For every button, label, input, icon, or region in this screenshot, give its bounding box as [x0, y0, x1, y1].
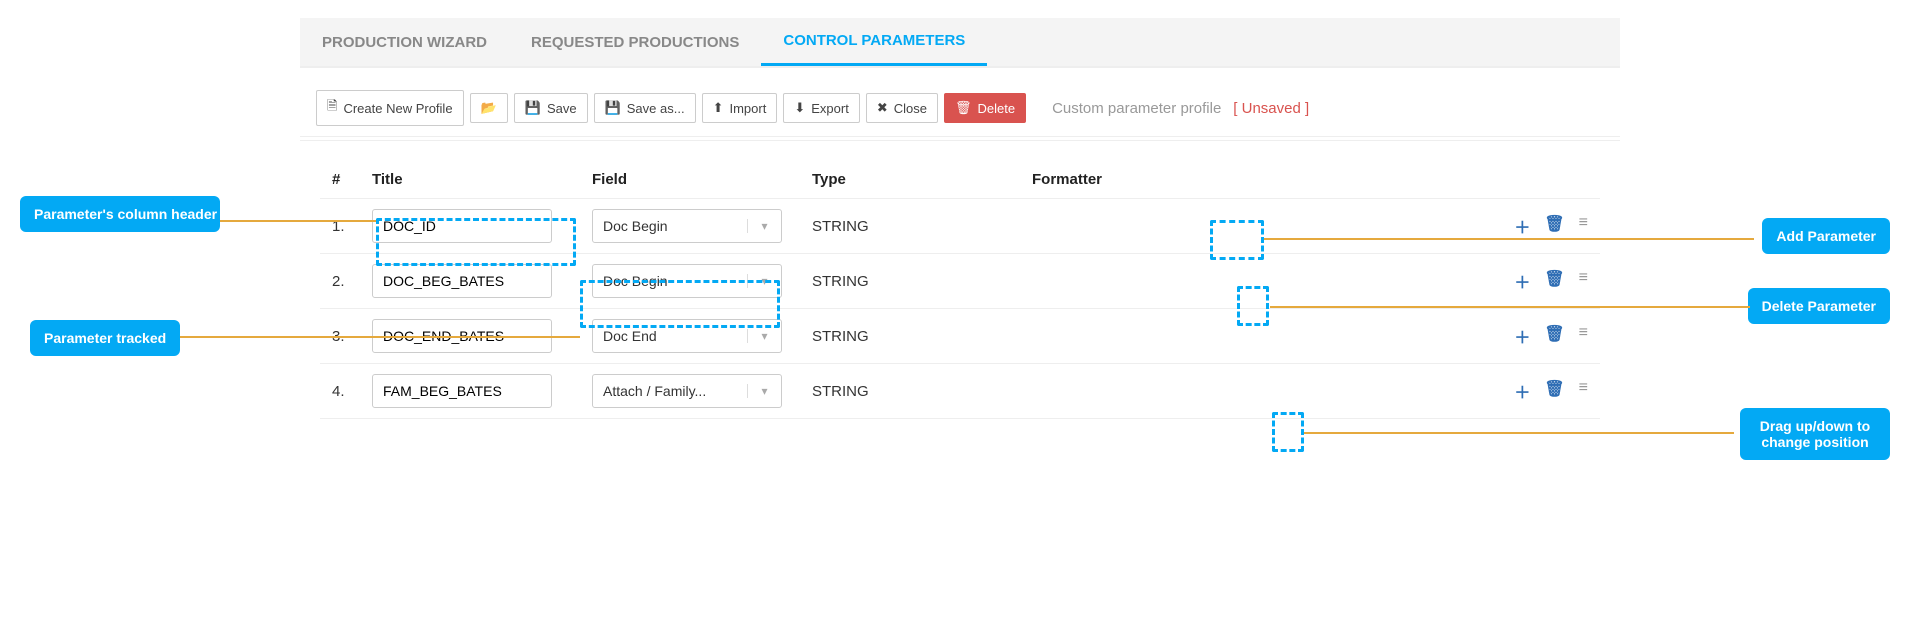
- delete-parameter-icon[interactable]: 🗑: [1544, 269, 1564, 293]
- callout-delete-parameter: Delete Parameter: [1748, 288, 1890, 324]
- delete-label: Delete: [977, 101, 1015, 116]
- table-row: 4. Attach / Family... ▾ STRING ＋ 🗑 ≡: [320, 364, 1600, 419]
- parameters-panel: # Title Field Type Formatter 1. Doc Begi…: [300, 140, 1620, 439]
- callout-line: [1304, 432, 1734, 434]
- callout-line: [1270, 306, 1750, 308]
- file-icon: 🗎: [327, 97, 337, 119]
- create-profile-label: Create New Profile: [343, 101, 452, 116]
- title-input[interactable]: [372, 209, 552, 243]
- add-parameter-icon[interactable]: ＋: [1514, 214, 1530, 238]
- save-as-button[interactable]: 💾 Save as...: [594, 93, 696, 123]
- import-button[interactable]: ⬆ Import: [702, 93, 778, 123]
- table-row: 1. Doc Begin ▾ STRING ＋ 🗑 ≡: [320, 199, 1600, 254]
- type-cell: STRING: [800, 309, 1020, 364]
- field-select-label: Doc End: [593, 320, 747, 352]
- field-select-label: Doc Begin: [593, 265, 747, 297]
- trash-icon: 🗑: [955, 100, 972, 116]
- callout-line: [180, 336, 580, 338]
- chevron-down-icon: ▾: [747, 384, 781, 398]
- drag-handle-icon[interactable]: ≡: [1579, 269, 1588, 293]
- field-select-label: Doc Begin: [593, 210, 747, 242]
- save-icon: 💾: [525, 100, 541, 116]
- upload-icon: ⬆: [713, 100, 724, 116]
- add-parameter-icon[interactable]: ＋: [1514, 324, 1530, 348]
- delete-parameter-icon[interactable]: 🗑: [1544, 324, 1564, 348]
- callout-line: [220, 220, 376, 222]
- chevron-down-icon: ▾: [747, 219, 781, 233]
- row-number: 1.: [320, 199, 360, 254]
- tab-requested-productions[interactable]: REQUESTED PRODUCTIONS: [509, 20, 761, 65]
- tab-control-parameters[interactable]: CONTROL PARAMETERS: [761, 18, 987, 66]
- col-title: Title: [360, 161, 580, 199]
- col-type: Type: [800, 161, 1020, 199]
- col-formatter: Formatter: [1020, 161, 1460, 199]
- folder-open-icon: 📂: [481, 100, 497, 116]
- download-icon: ⬇: [794, 100, 805, 116]
- type-cell: STRING: [800, 254, 1020, 309]
- tab-bar: PRODUCTION WIZARD REQUESTED PRODUCTIONS …: [300, 18, 1620, 68]
- row-number: 4.: [320, 364, 360, 419]
- toolbar: 🗎 Create New Profile 📂 💾 Save 💾 Save as.…: [300, 80, 1620, 137]
- save-as-label: Save as...: [627, 101, 685, 116]
- add-parameter-icon[interactable]: ＋: [1514, 379, 1530, 403]
- callout-drag-position: Drag up/down to change position: [1740, 408, 1890, 460]
- callout-add-parameter: Add Parameter: [1762, 218, 1890, 254]
- title-input[interactable]: [372, 264, 552, 298]
- chevron-down-icon: ▾: [747, 274, 781, 288]
- export-label: Export: [811, 101, 849, 116]
- row-number: 2.: [320, 254, 360, 309]
- save-label: Save: [547, 101, 577, 116]
- title-input[interactable]: [372, 374, 552, 408]
- chevron-down-icon: ▾: [747, 329, 781, 343]
- field-select-label: Attach / Family...: [593, 375, 747, 407]
- callout-parameter-tracked: Parameter tracked: [30, 320, 180, 356]
- delete-parameter-icon[interactable]: 🗑: [1544, 214, 1564, 238]
- import-label: Import: [729, 101, 766, 116]
- close-icon: ✖: [877, 100, 888, 116]
- drag-handle-icon[interactable]: ≡: [1579, 324, 1588, 348]
- type-cell: STRING: [800, 199, 1020, 254]
- field-select[interactable]: Doc End ▾: [592, 319, 782, 353]
- profile-name-label: Custom parameter profile: [1052, 100, 1221, 117]
- delete-parameter-icon[interactable]: 🗑: [1544, 379, 1564, 403]
- type-cell: STRING: [800, 364, 1020, 419]
- table-row: 2. Doc Begin ▾ STRING ＋ 🗑 ≡: [320, 254, 1600, 309]
- field-select[interactable]: Doc Begin ▾: [592, 264, 782, 298]
- close-button[interactable]: ✖ Close: [866, 93, 938, 123]
- col-field: Field: [580, 161, 800, 199]
- profile-unsaved-badge: [ Unsaved ]: [1233, 100, 1309, 117]
- callout-header-title: Parameter's column header title: [20, 196, 220, 232]
- col-number: #: [320, 161, 360, 199]
- field-select[interactable]: Attach / Family... ▾: [592, 374, 782, 408]
- drag-handle-icon[interactable]: ≡: [1579, 379, 1588, 403]
- field-select[interactable]: Doc Begin ▾: [592, 209, 782, 243]
- create-profile-button[interactable]: 🗎 Create New Profile: [316, 90, 464, 126]
- save-button[interactable]: 💾 Save: [514, 93, 588, 123]
- drag-handle-icon[interactable]: ≡: [1579, 214, 1588, 238]
- export-button[interactable]: ⬇ Export: [783, 93, 859, 123]
- delete-button[interactable]: 🗑 Delete: [944, 93, 1026, 123]
- close-label: Close: [894, 101, 927, 116]
- parameters-table: # Title Field Type Formatter 1. Doc Begi…: [320, 161, 1600, 419]
- open-profile-button[interactable]: 📂: [470, 93, 508, 123]
- add-parameter-icon[interactable]: ＋: [1514, 269, 1530, 293]
- tab-production-wizard[interactable]: PRODUCTION WIZARD: [300, 20, 509, 65]
- save-as-icon: 💾: [605, 100, 621, 116]
- callout-line: [1264, 238, 1754, 240]
